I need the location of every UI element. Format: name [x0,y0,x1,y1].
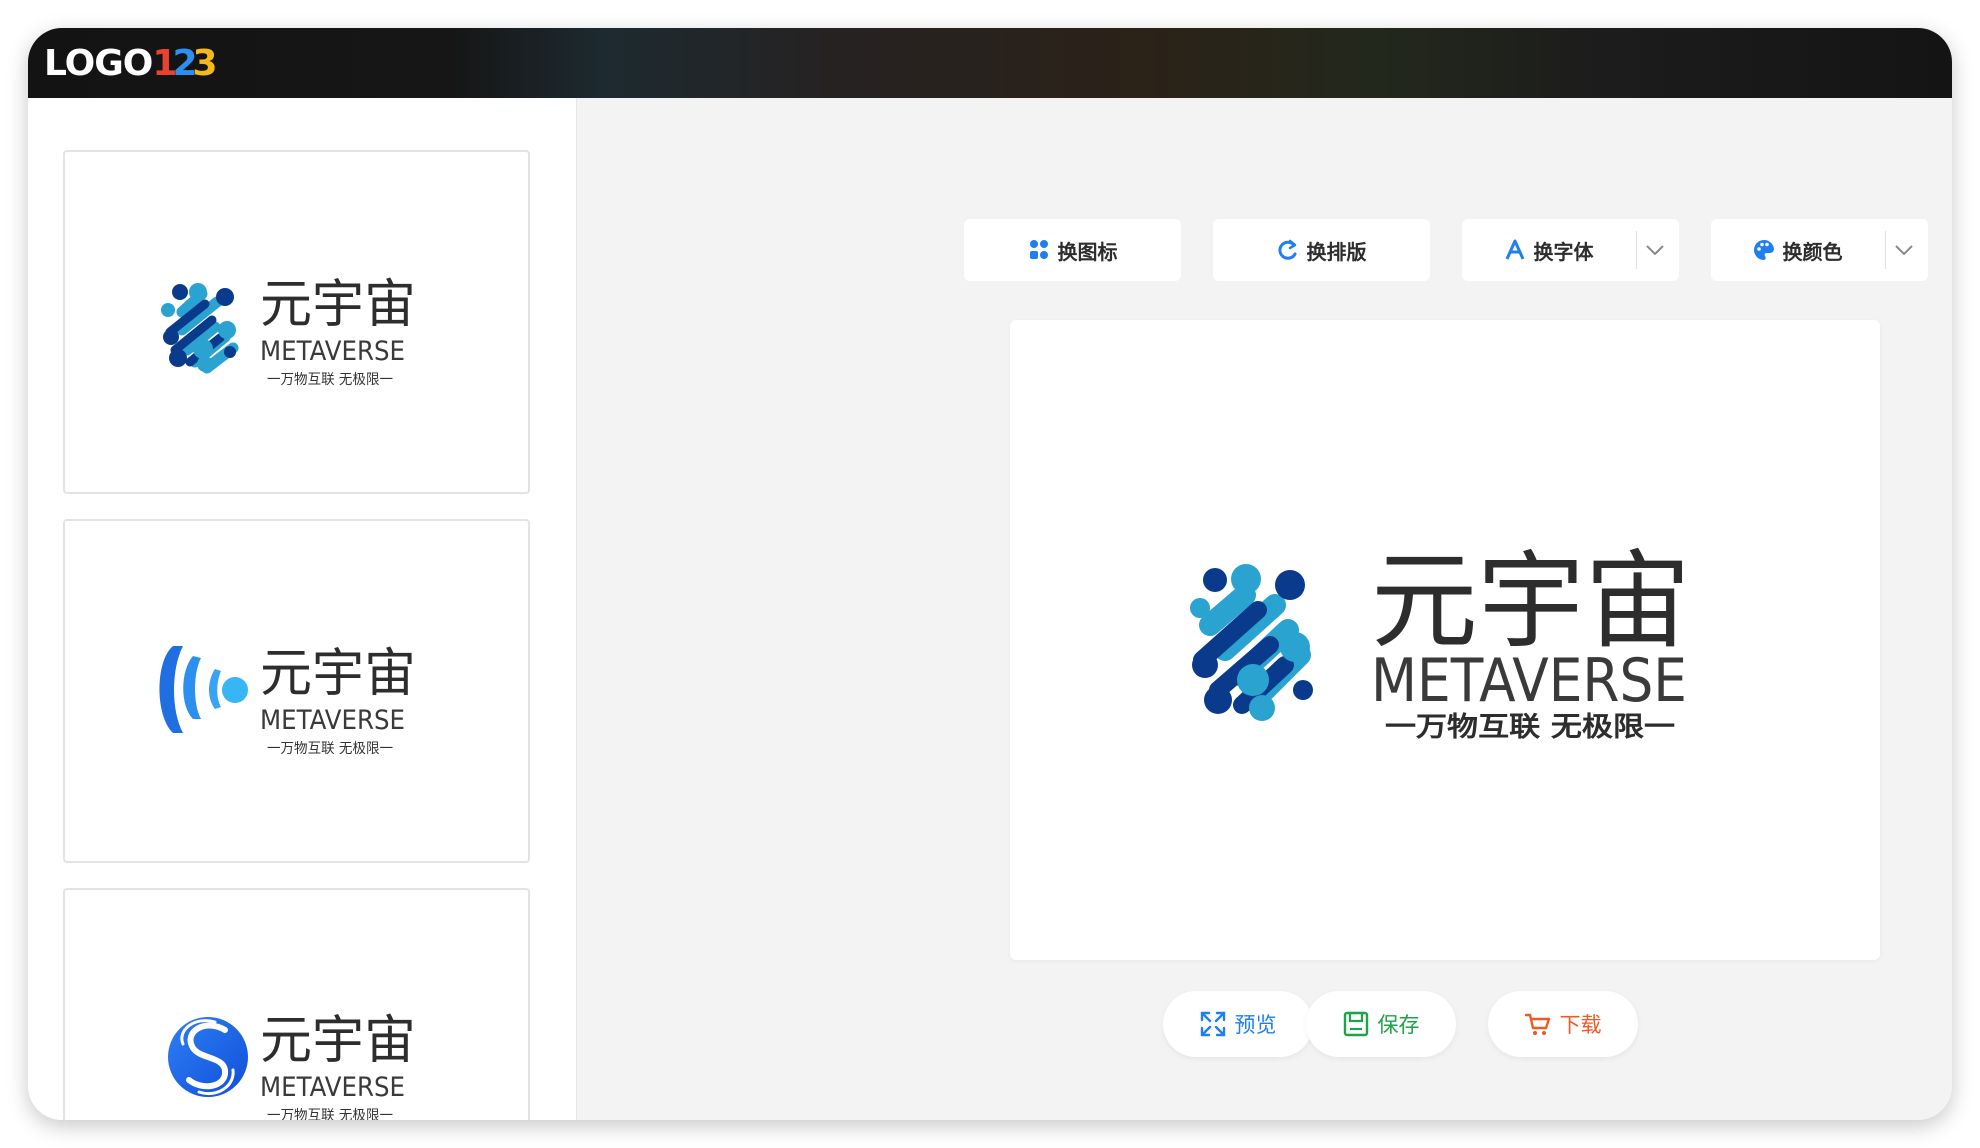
shapes-icon [1028,239,1050,261]
signal-wave-icon [159,646,248,733]
font-dropdown-chevron-icon[interactable] [1639,219,1671,281]
change-font-button[interactable]: 换字体 [1462,219,1679,281]
top-bar: LOGO 1 2 3 [28,28,1952,98]
editor-area: 换图标 换排版 换字体 换颜色 元宇宙 METAVERSE 一万物互联 无极限一… [577,98,1952,1120]
logo-thumbnail-1[interactable]: 元宇宙 METAVERSE 一万物互联 无极限一 [63,150,530,494]
logo-thumbnail-3[interactable]: 元宇宙 METAVERSE 一万物互联 无极限一 [63,888,530,1120]
blob-network-icon [161,283,239,374]
preview-button[interactable]: 预览 [1163,991,1313,1057]
logo-subtitle: METAVERSE [1371,646,1687,716]
change-color-button[interactable]: 换颜色 [1711,219,1928,281]
palette-icon [1753,239,1775,261]
brand-logo[interactable]: LOGO 1 2 3 [44,38,218,88]
app-window: LOGO 1 2 3 元宇宙 METAVERSE 一万物互联 无极限一 元宇宙 … [28,28,1952,1120]
thumb-title: 元宇宙 [260,1011,416,1071]
brand-digit-3: 3 [192,42,218,84]
divider [1885,231,1886,269]
thumb-subtitle: METAVERSE [260,705,405,736]
refresh-icon [1277,239,1299,261]
font-letter-icon [1504,239,1526,261]
logo-list-sidebar[interactable]: 元宇宙 METAVERSE 一万物互联 无极限一 元宇宙 METAVERSE 一… [28,98,577,1120]
thumb-subtitle: METAVERSE [260,336,405,367]
save-disk-icon [1343,1011,1369,1037]
thumb-slogan: 一万物互联 无极限一 [267,741,393,757]
cart-icon [1524,1011,1551,1037]
thumb-title: 元宇宙 [260,275,416,335]
save-button[interactable]: 保存 [1306,991,1456,1057]
thumb-subtitle: METAVERSE [260,1072,405,1103]
thumb-title: 元宇宙 [260,644,416,704]
logo-thumbnail-2[interactable]: 元宇宙 METAVERSE 一万物互联 无极限一 [63,519,530,863]
logo-canvas[interactable]: 元宇宙 METAVERSE 一万物互联 无极限一 [1010,320,1880,960]
thumb-slogan: 一万物互联 无极限一 [267,372,393,388]
logo-slogan: 一万物互联 无极限一 [1385,712,1675,743]
thumb-slogan: 一万物互联 无极限一 [267,1108,393,1120]
download-button[interactable]: 下载 [1488,991,1638,1057]
logo-title: 元宇宙 [1371,540,1691,663]
change-layout-label: 换排版 [1306,239,1367,264]
change-icon-button[interactable]: 换图标 [964,219,1181,281]
preview-label: 预览 [1234,1013,1277,1037]
download-label: 下载 [1559,1013,1602,1037]
blob-network-icon [1190,564,1313,721]
change-color-label: 换颜色 [1782,239,1843,264]
change-layout-button[interactable]: 换排版 [1213,219,1430,281]
divider [1636,231,1637,269]
color-dropdown-chevron-icon[interactable] [1888,219,1920,281]
save-label: 保存 [1377,1013,1420,1037]
change-font-label: 换字体 [1533,239,1594,264]
change-icon-label: 换图标 [1057,239,1118,264]
brand-word: LOGO [44,42,153,84]
fullscreen-icon [1200,1011,1226,1037]
s-circle-icon [168,1017,248,1097]
